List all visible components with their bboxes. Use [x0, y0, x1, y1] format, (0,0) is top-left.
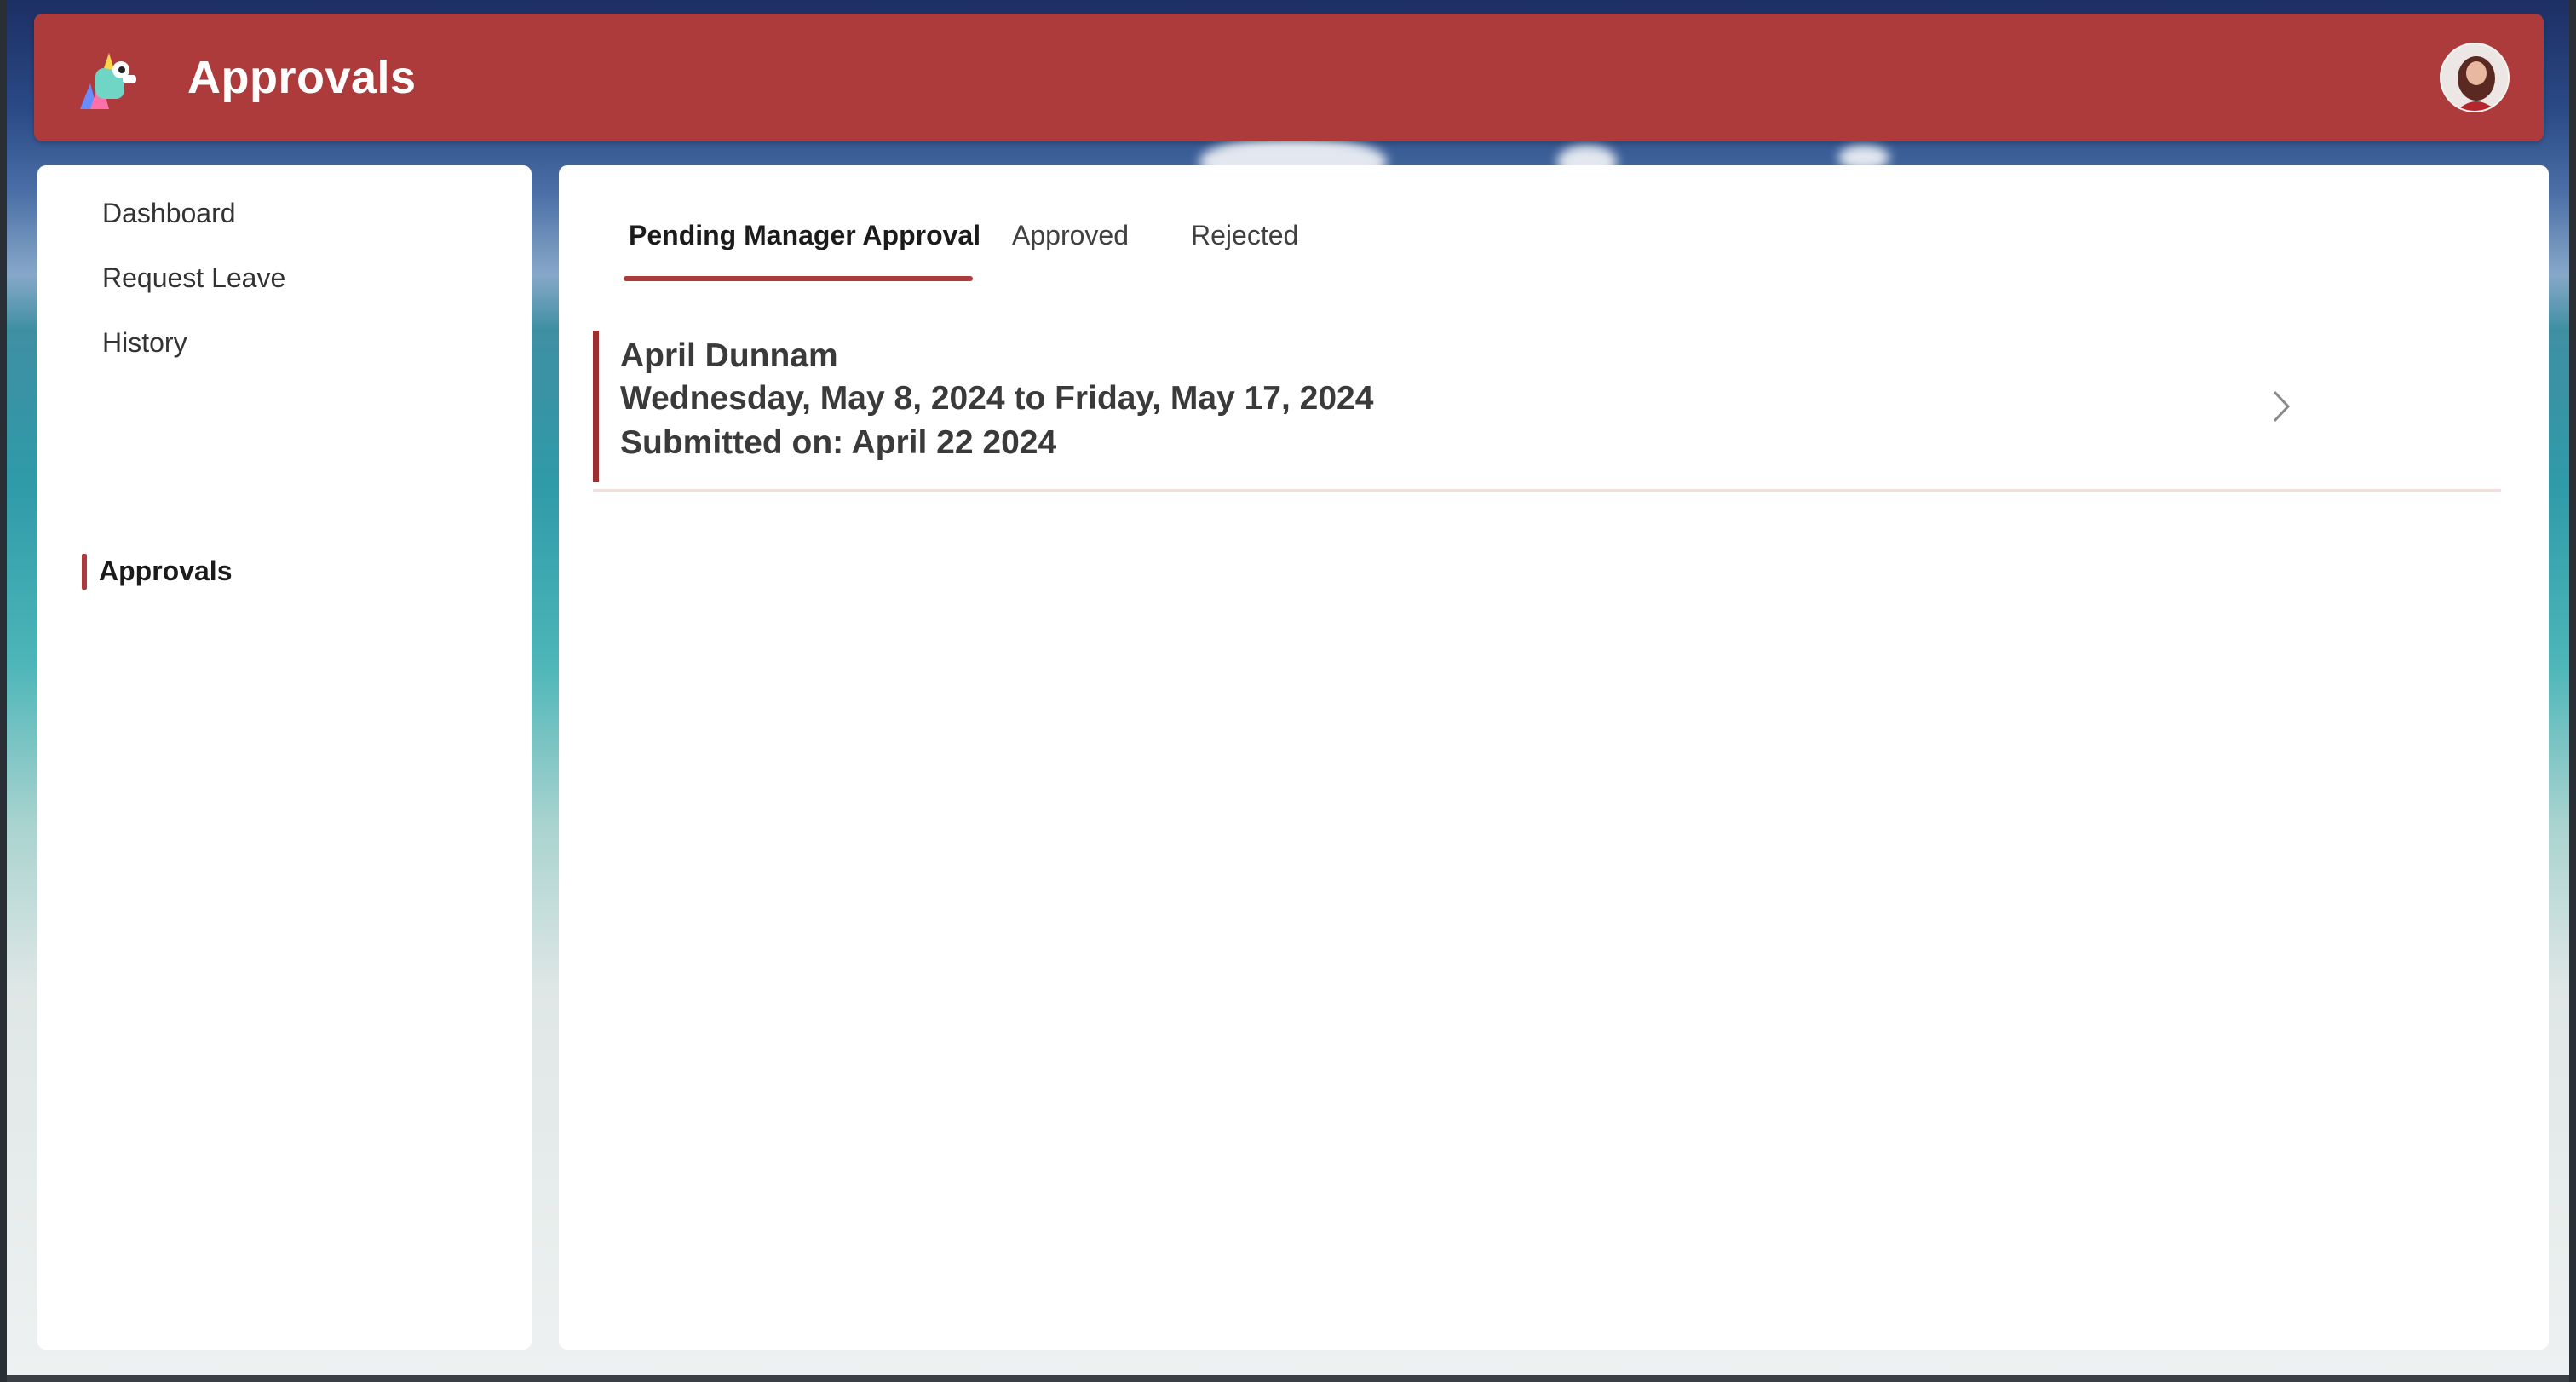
- tab-approved[interactable]: Approved: [1012, 215, 1129, 256]
- request-accent-bar: [593, 331, 599, 482]
- chevron-right-icon[interactable]: [2264, 385, 2298, 428]
- sidebar-item-request-leave[interactable]: Request Leave: [102, 254, 285, 302]
- tab-pending-manager-approval[interactable]: Pending Manager Approval: [629, 215, 980, 256]
- approval-request-item[interactable]: April Dunnam Wednesday, May 8, 2024 to F…: [593, 331, 2501, 492]
- user-avatar[interactable]: [2440, 43, 2510, 112]
- sidebar-item-history[interactable]: History: [102, 319, 187, 366]
- unicorn-logo-icon: [80, 53, 136, 109]
- leave-date-range: Wednesday, May 8, 2024 to Friday, May 17…: [620, 380, 1374, 417]
- sidebar-item-dashboard[interactable]: Dashboard: [102, 189, 236, 237]
- item-divider: [593, 489, 2501, 492]
- sidebar-item-approvals[interactable]: Approvals: [99, 547, 232, 595]
- requester-name: April Dunnam: [620, 337, 838, 374]
- tab-rejected[interactable]: Rejected: [1191, 215, 1298, 256]
- active-nav-indicator: [82, 554, 87, 590]
- window-frame-bottom: [7, 1375, 2569, 1382]
- submitted-date: Submitted on: April 22 2024: [620, 424, 1057, 461]
- app-header: Approvals: [34, 14, 2544, 141]
- active-tab-underline: [624, 276, 973, 281]
- background-wallpaper: Approvals Dashboard Request Leave Histor…: [7, 0, 2569, 1375]
- main-panel: Pending Manager Approval Approved Reject…: [559, 165, 2549, 1350]
- sidebar-nav: Dashboard Request Leave History Approval…: [37, 165, 532, 1350]
- app-title: Approvals: [187, 52, 417, 103]
